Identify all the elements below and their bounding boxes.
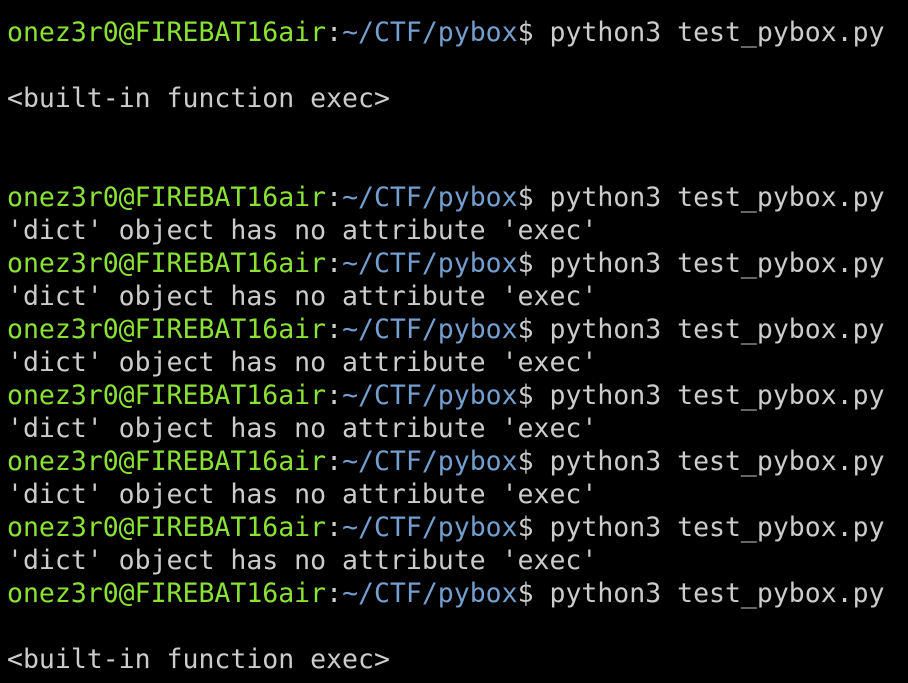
output-line: <built-in function exec> <box>7 82 908 115</box>
prompt-colon: : <box>326 182 343 213</box>
prompt-user-host: onez3r0@FIREBAT16air <box>7 512 327 543</box>
prompt-line: onez3r0@FIREBAT16air:~/CTF/pybox$ python… <box>7 181 908 214</box>
prompt-dollar: $ <box>517 578 550 609</box>
output-line: 'dict' object has no attribute 'exec' <box>7 346 908 379</box>
prompt-line: onez3r0@FIREBAT16air:~/CTF/pybox$ python… <box>7 379 908 412</box>
prompt-colon: : <box>326 380 343 411</box>
output-line: 'dict' object has no attribute 'exec' <box>7 544 908 577</box>
prompt-line: onez3r0@FIREBAT16air:~/CTF/pybox$ python… <box>7 16 908 49</box>
prompt-dollar: $ <box>517 182 550 213</box>
prompt-user-host: onez3r0@FIREBAT16air <box>7 248 327 279</box>
prompt-colon: : <box>326 248 343 279</box>
output-text: <built-in function exec> <box>7 83 390 114</box>
output-text: 'dict' object has no attribute 'exec' <box>7 545 598 576</box>
output-line: <built-in function exec> <box>7 643 908 676</box>
prompt-line: onez3r0@FIREBAT16air:~/CTF/pybox$ python… <box>7 577 908 610</box>
prompt-path: ~/CTF/pybox <box>342 314 518 345</box>
prompt-colon: : <box>326 578 343 609</box>
prompt-line: onez3r0@FIREBAT16air:~/CTF/pybox$ python… <box>7 511 908 544</box>
prompt-user-host: onez3r0@FIREBAT16air <box>7 578 327 609</box>
prompt-user-host: onez3r0@FIREBAT16air <box>7 446 327 477</box>
prompt-dollar: $ <box>517 446 550 477</box>
prompt-path: ~/CTF/pybox <box>342 248 518 279</box>
command-text: python3 test_pybox.py <box>549 248 885 279</box>
prompt-user-host: onez3r0@FIREBAT16air <box>7 314 327 345</box>
output-text: 'dict' object has no attribute 'exec' <box>7 413 598 444</box>
prompt-path: ~/CTF/pybox <box>342 17 518 48</box>
command-text: python3 test_pybox.py <box>549 380 885 411</box>
output-text: 'dict' object has no attribute 'exec' <box>7 347 598 378</box>
terminal-window[interactable]: onez3r0@FIREBAT16air:~/CTF/pybox$ python… <box>0 0 908 683</box>
command-text: python3 test_pybox.py <box>549 182 885 213</box>
prompt-dollar: $ <box>517 248 550 279</box>
output-text: <built-in function exec> <box>7 644 390 675</box>
prompt-path: ~/CTF/pybox <box>342 512 518 543</box>
prompt-colon: : <box>326 446 343 477</box>
prompt-dollar: $ <box>517 314 550 345</box>
output-text: 'dict' object has no attribute 'exec' <box>7 479 598 510</box>
prompt-dollar: $ <box>517 512 550 543</box>
prompt-path: ~/CTF/pybox <box>342 380 518 411</box>
command-text: python3 test_pybox.py <box>549 578 885 609</box>
prompt-dollar: $ <box>517 17 550 48</box>
prompt-path: ~/CTF/pybox <box>342 446 518 477</box>
output-text: 'dict' object has no attribute 'exec' <box>7 281 598 312</box>
prompt-path: ~/CTF/pybox <box>342 182 518 213</box>
prompt-dollar: $ <box>517 380 550 411</box>
prompt-user-host: onez3r0@FIREBAT16air <box>7 17 327 48</box>
prompt-user-host: onez3r0@FIREBAT16air <box>7 380 327 411</box>
prompt-line: onez3r0@FIREBAT16air:~/CTF/pybox$ python… <box>7 445 908 478</box>
prompt-line: onez3r0@FIREBAT16air:~/CTF/pybox$ python… <box>7 313 908 346</box>
output-line: 'dict' object has no attribute 'exec' <box>7 280 908 313</box>
command-text: python3 test_pybox.py <box>549 446 885 477</box>
output-line: 'dict' object has no attribute 'exec' <box>7 478 908 511</box>
command-text: python3 test_pybox.py <box>549 17 885 48</box>
command-text: python3 test_pybox.py <box>549 512 885 543</box>
prompt-colon: : <box>326 512 343 543</box>
output-text: 'dict' object has no attribute 'exec' <box>7 215 598 246</box>
prompt-colon: : <box>326 314 343 345</box>
output-line: 'dict' object has no attribute 'exec' <box>7 412 908 445</box>
prompt-user-host: onez3r0@FIREBAT16air <box>7 182 327 213</box>
prompt-path: ~/CTF/pybox <box>342 578 518 609</box>
command-text: python3 test_pybox.py <box>549 314 885 345</box>
prompt-line: onez3r0@FIREBAT16air:~/CTF/pybox$ python… <box>7 247 908 280</box>
output-line: 'dict' object has no attribute 'exec' <box>7 214 908 247</box>
prompt-colon: : <box>326 17 343 48</box>
